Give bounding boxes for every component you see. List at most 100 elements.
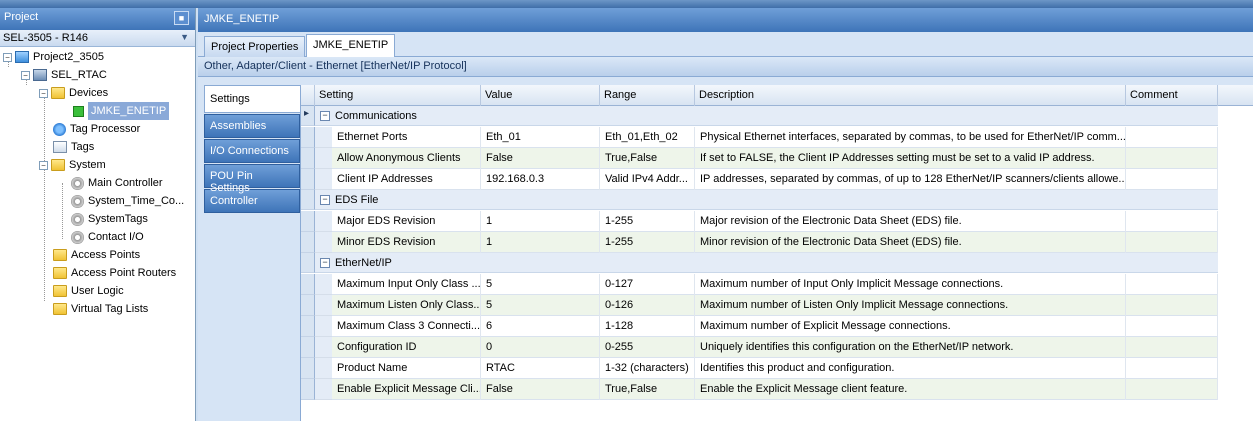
tree-node-tag-processor[interactable]: Tag Processor — [53, 120, 140, 138]
rtac-icon — [33, 69, 47, 81]
category-row[interactable]: − Communications — [315, 106, 1218, 126]
cell-comment[interactable] — [1126, 379, 1218, 400]
cell-comment[interactable] — [1126, 316, 1218, 337]
cell-comment[interactable] — [1126, 148, 1218, 169]
tree-node-rtac[interactable]: − SEL_RTAC — [21, 66, 107, 84]
side-tab-pou-pin-settings[interactable]: POU Pin Settings — [204, 164, 300, 194]
row-header[interactable] — [301, 337, 315, 358]
tag-processor-icon — [53, 122, 66, 136]
table-row[interactable]: Maximum Listen Only Class... 5 0-126 Maximu… — [332, 295, 1218, 316]
table-row[interactable]: Product Name RTAC 1-32 (characters) Identif… — [332, 358, 1218, 379]
tree-node-system-time[interactable]: System_Time_Co... — [71, 192, 184, 210]
column-header-comment[interactable]: Comment — [1126, 85, 1218, 106]
tree-node-virtual-tag-lists[interactable]: Virtual Tag Lists — [53, 300, 148, 318]
tree-node-access-point-routers[interactable]: Access Point Routers — [53, 264, 176, 282]
tab-jmke-enetip[interactable]: JMKE_ENETIP — [306, 34, 396, 57]
table-row[interactable]: Enable Explicit Message Cli... False True,… — [332, 379, 1218, 400]
category-row[interactable]: − EDS File — [315, 190, 1218, 210]
tree-node-system[interactable]: − System — [39, 156, 106, 174]
cell-value[interactable]: 5 — [481, 274, 600, 295]
side-tab-io-connections[interactable]: I/O Connections — [204, 139, 300, 163]
cell-comment[interactable] — [1126, 127, 1218, 148]
tags-icon — [53, 141, 67, 153]
cell-range: True,False — [600, 148, 695, 169]
collapse-icon[interactable]: − — [3, 52, 12, 62]
device-selector[interactable]: SEL-3505 - R146 ▼ — [0, 30, 195, 47]
gear-icon — [71, 176, 84, 190]
table-row[interactable]: Ethernet Ports Eth_01 Eth_01,Eth_02 Physica… — [332, 127, 1218, 148]
table-row[interactable]: Allow Anonymous Clients False True,False If… — [332, 148, 1218, 169]
collapse-icon[interactable]: − — [320, 194, 330, 205]
cell-value[interactable]: Eth_01 — [481, 127, 600, 148]
row-header[interactable] — [301, 358, 315, 379]
tree-node-tags[interactable]: Tags — [53, 138, 94, 156]
cell-value[interactable]: False — [481, 148, 600, 169]
collapse-icon[interactable]: − — [21, 70, 30, 80]
cell-value[interactable]: 5 — [481, 295, 600, 316]
table-row[interactable]: Maximum Input Only Class ... 5 0-127 Maximu… — [332, 274, 1218, 295]
row-header[interactable] — [301, 190, 315, 210]
cell-value[interactable]: 1 — [481, 232, 600, 253]
tree-node-label: Access Points — [71, 249, 141, 261]
collapse-icon[interactable]: − — [320, 110, 330, 121]
device-selector-label: SEL-3505 - R146 — [3, 32, 88, 44]
cell-value[interactable]: 0 — [481, 337, 600, 358]
cell-comment[interactable] — [1126, 211, 1218, 232]
collapse-icon[interactable]: − — [320, 257, 330, 268]
tree-node-contact-io[interactable]: Contact I/O — [71, 228, 144, 246]
row-header[interactable] — [301, 169, 315, 190]
row-header[interactable] — [301, 148, 315, 169]
cell-comment[interactable] — [1126, 274, 1218, 295]
row-header[interactable] — [301, 127, 315, 148]
column-header-value[interactable]: Value — [481, 85, 600, 106]
tab-project-properties[interactable]: Project Properties — [204, 36, 306, 57]
cell-comment[interactable] — [1126, 358, 1218, 379]
tree-node-access-points[interactable]: Access Points — [53, 246, 140, 264]
row-indent — [315, 295, 332, 316]
table-row[interactable]: Minor EDS Revision 1 1-255 Minor revision o… — [332, 232, 1218, 253]
tree-node-system-tags[interactable]: SystemTags — [71, 210, 148, 228]
tree-node-devices[interactable]: − Devices — [39, 84, 108, 102]
row-header[interactable] — [301, 274, 315, 295]
cell-setting: Maximum Class 3 Connecti... — [332, 316, 481, 337]
cell-comment[interactable] — [1126, 232, 1218, 253]
table-row[interactable]: Major EDS Revision 1 1-255 Major revision o… — [332, 211, 1218, 232]
row-header[interactable] — [301, 295, 315, 316]
cell-value[interactable]: RTAC — [481, 358, 600, 379]
row-header[interactable] — [301, 379, 315, 400]
cell-value[interactable]: False — [481, 379, 600, 400]
tree-node-user-logic[interactable]: User Logic — [53, 282, 124, 300]
table-row[interactable]: Maximum Class 3 Connecti... 6 1-128 Maximum… — [332, 316, 1218, 337]
table-row[interactable]: Configuration ID 0 0-255 Uniquely identifie… — [332, 337, 1218, 358]
column-header-setting[interactable]: Setting — [315, 85, 481, 106]
side-tab-settings[interactable]: Settings — [204, 85, 301, 113]
row-pointer-icon[interactable] — [301, 106, 315, 126]
tree-node-main-controller[interactable]: Main Controller — [71, 174, 163, 192]
cell-comment[interactable] — [1126, 295, 1218, 316]
row-header[interactable] — [301, 232, 315, 253]
tree-line — [44, 93, 45, 301]
table-row[interactable]: Client IP Addresses 192.168.0.3 Valid IPv4… — [332, 169, 1218, 190]
cell-comment[interactable] — [1126, 169, 1218, 190]
cell-description: Identifies this product and configuratio… — [695, 358, 1126, 379]
cell-value[interactable]: 1 — [481, 211, 600, 232]
side-tab-assemblies[interactable]: Assemblies — [204, 114, 300, 138]
category-row[interactable]: − EtherNet/IP — [315, 253, 1218, 273]
collapse-icon[interactable]: − — [39, 88, 48, 98]
row-header[interactable] — [301, 211, 315, 232]
cell-range: True,False — [600, 379, 695, 400]
cell-value[interactable]: 192.168.0.3 — [481, 169, 600, 190]
tree-node-project[interactable]: − Project2_3505 — [3, 48, 104, 66]
cell-setting: Major EDS Revision — [332, 211, 481, 232]
tree-node-device-item[interactable]: JMKE_ENETIP — [73, 102, 170, 120]
pin-icon[interactable]: ■ — [174, 11, 189, 25]
collapse-icon[interactable]: − — [39, 160, 48, 170]
document-area: JMKE_ENETIP Project Properties JMKE_ENET… — [198, 8, 1253, 421]
row-header[interactable] — [301, 316, 315, 337]
column-header-range[interactable]: Range — [600, 85, 695, 106]
column-header-description[interactable]: Description — [695, 85, 1126, 106]
dropdown-icon[interactable]: ▼ — [180, 32, 189, 42]
cell-comment[interactable] — [1126, 337, 1218, 358]
cell-value[interactable]: 6 — [481, 316, 600, 337]
row-header[interactable] — [301, 253, 315, 273]
